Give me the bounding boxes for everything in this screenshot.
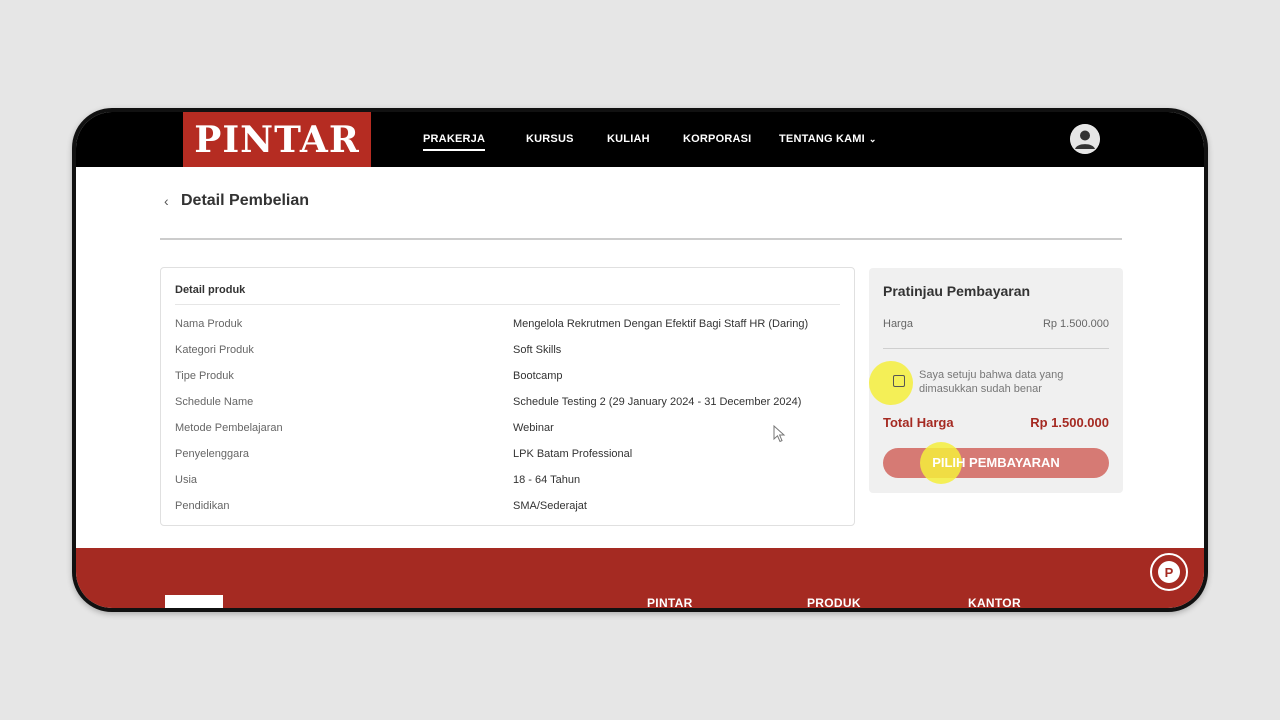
detail-row: Schedule Name Schedule Testing 2 (29 Jan…	[175, 396, 840, 416]
detail-row: Nama Produk Mengelola Rekrutmen Dengan E…	[175, 318, 840, 338]
agree-checkbox[interactable]	[893, 375, 905, 387]
detail-value: Soft Skills	[513, 344, 562, 356]
nav-prakerja[interactable]: PRAKERJA	[423, 133, 486, 151]
chat-support-icon[interactable]: P	[1150, 553, 1188, 591]
pintar-logo[interactable]: PINTAR	[183, 112, 371, 167]
nav-kursus[interactable]: KURSUS	[526, 133, 574, 145]
detail-value: Webinar	[513, 422, 554, 434]
detail-label: Pendidikan	[175, 500, 230, 512]
card-heading: Detail produk	[175, 284, 246, 296]
detail-row: Usia 18 - 64 Tahun	[175, 474, 840, 494]
nav-tentang-kami-label: TENTANG KAMI	[779, 133, 865, 145]
detail-row: Pendidikan SMA/Sederajat	[175, 500, 840, 520]
pilih-pembayaran-button[interactable]	[883, 448, 1109, 478]
price-label: Harga	[883, 318, 913, 330]
device-frame: PINTAR PRAKERJA KURSUS KULIAH KORPORASI …	[72, 108, 1208, 612]
detail-label: Penyelenggara	[175, 448, 250, 460]
footer: PINTAR PRODUK KANTOR	[76, 548, 1204, 608]
detail-value: Schedule Testing 2 (29 January 2024 - 31…	[513, 396, 802, 408]
footer-heading-kantor: KANTOR	[968, 596, 1021, 608]
nav-kuliah[interactable]: KULIAH	[607, 133, 650, 145]
footer-heading-pintar: PINTAR	[647, 596, 693, 608]
page-title: Detail Pembelian	[181, 192, 310, 209]
panel-title: Pratinjau Pembayaran	[883, 283, 1031, 299]
total-label: Total Harga	[883, 415, 954, 430]
top-navbar: PINTAR PRAKERJA KURSUS KULIAH KORPORASI …	[76, 112, 1204, 167]
detail-value: 18 - 64 Tahun	[513, 474, 581, 486]
browser-viewport: PINTAR PRAKERJA KURSUS KULIAH KORPORASI …	[76, 112, 1204, 608]
detail-value: SMA/Sederajat	[513, 500, 587, 512]
mouse-cursor-icon	[773, 425, 786, 443]
detail-label: Usia	[175, 474, 198, 486]
total-value: Rp 1.500.000	[1030, 415, 1109, 430]
divider	[883, 348, 1109, 349]
detail-value: Bootcamp	[513, 370, 563, 382]
detail-row: Tipe Produk Bootcamp	[175, 370, 840, 390]
product-detail-card: Detail produk Nama Produk Mengelola Rekr…	[160, 267, 855, 526]
agree-text: Saya setuju bahwa data yang dimasukkan s…	[919, 369, 1064, 395]
detail-row: Penyelenggara LPK Batam Professional	[175, 448, 840, 468]
payment-preview-panel: Pratinjau Pembayaran Harga Rp 1.500.000 …	[869, 268, 1123, 493]
chevron-down-icon: ⌄	[868, 134, 877, 144]
nav-tentang-kami[interactable]: TENTANG KAMI ⌄	[779, 133, 877, 145]
detail-row: Metode Pembelajaran Webinar	[175, 422, 840, 442]
user-avatar-icon[interactable]	[1070, 124, 1100, 154]
footer-logo	[165, 595, 223, 608]
detail-value: Mengelola Rekrutmen Dengan Efektif Bagi …	[513, 318, 809, 330]
chat-letter: P	[1158, 561, 1180, 583]
detail-row: Kategori Produk Soft Skills	[175, 344, 840, 364]
detail-label: Tipe Produk	[175, 370, 234, 382]
price-value: Rp 1.500.000	[1042, 318, 1109, 330]
footer-heading-produk: PRODUK	[807, 596, 861, 608]
detail-label: Kategori Produk	[175, 344, 254, 356]
detail-label: Nama Produk	[175, 318, 243, 330]
detail-label: Schedule Name	[175, 396, 254, 408]
click-highlight	[869, 361, 913, 405]
detail-label: Metode Pembelajaran	[175, 422, 283, 434]
nav-korporasi[interactable]: KORPORASI	[683, 133, 751, 145]
detail-value: LPK Batam Professional	[513, 448, 633, 460]
divider	[175, 304, 840, 305]
chevron-left-icon[interactable]: ‹	[164, 193, 169, 209]
divider	[160, 238, 1122, 240]
